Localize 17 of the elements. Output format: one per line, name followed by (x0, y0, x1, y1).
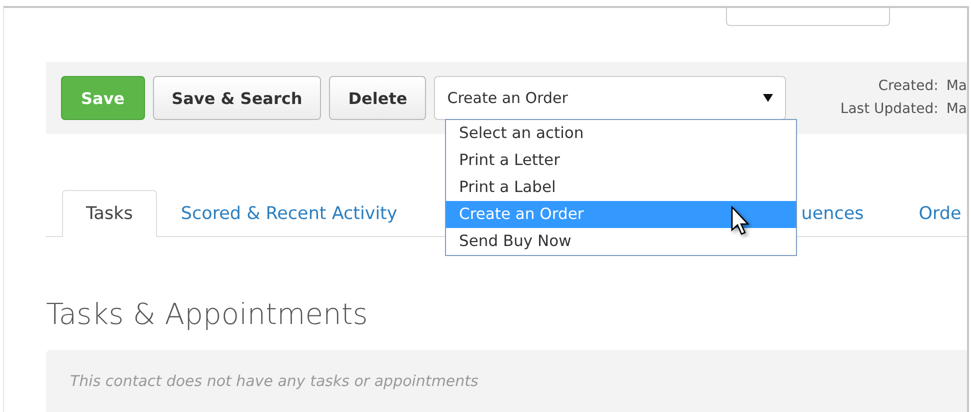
tab[interactable]: Orde (888, 190, 967, 236)
save-search-button[interactable]: Save & Search (152, 76, 322, 120)
meta-value: Ma (946, 77, 967, 96)
meta-label: Last Updated: (840, 100, 938, 119)
tab[interactable]: Tasks (62, 190, 157, 237)
empty-message: This contact does not have any tasks or appointments (46, 350, 967, 412)
meta-label: Created: (877, 77, 938, 96)
meta-value: Ma (946, 100, 967, 119)
menu-option[interactable]: Select an action (446, 120, 796, 147)
revenue-field[interactable] (726, 8, 890, 26)
tab[interactable]: Scored & Recent Activity (156, 190, 422, 236)
section-title: Tasks & Appointments (46, 297, 369, 331)
cursor-icon (730, 206, 752, 238)
action-select[interactable]: Create an Order (434, 76, 786, 120)
delete-button[interactable]: Delete (329, 76, 426, 120)
menu-option[interactable]: Print a Letter (446, 147, 796, 174)
caret-icon (763, 94, 774, 102)
